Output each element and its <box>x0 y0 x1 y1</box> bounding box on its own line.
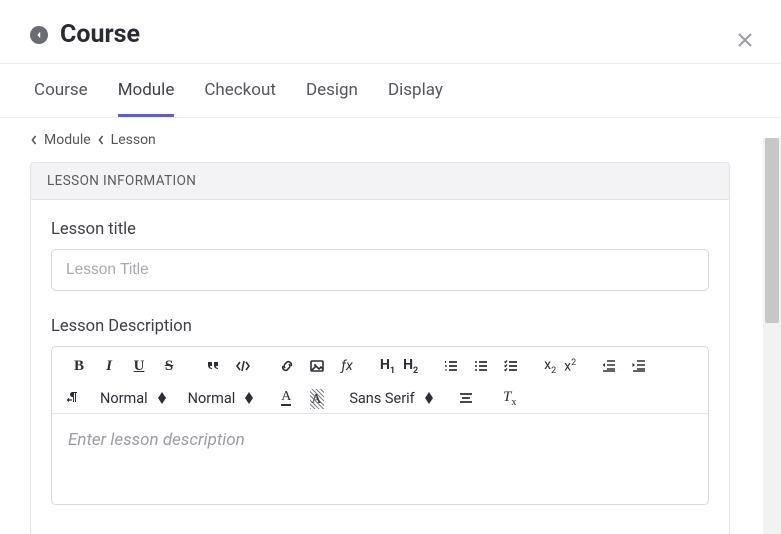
blockquote-button[interactable] <box>200 353 226 379</box>
outdent-button[interactable] <box>596 353 622 379</box>
italic-button[interactable]: I <box>96 353 122 379</box>
close-button[interactable] <box>737 32 753 52</box>
codeblock-button[interactable] <box>230 353 256 379</box>
lesson-description-label: Lesson Description <box>51 317 709 336</box>
lesson-title-input[interactable] <box>51 249 709 291</box>
tab-checkout[interactable]: Checkout <box>204 64 276 117</box>
scrollbar-thumb[interactable] <box>765 138 779 323</box>
rich-text-editor: B I U S <box>51 346 709 505</box>
size-select[interactable]: Normal <box>92 390 174 407</box>
bullet-list-button[interactable] <box>468 353 494 379</box>
check-list-button[interactable] <box>498 353 524 379</box>
sort-icon <box>158 392 166 404</box>
tab-course[interactable]: Course <box>34 64 88 117</box>
breadcrumb-module[interactable]: Module <box>44 132 91 148</box>
bold-button[interactable]: B <box>66 353 92 379</box>
direction-button[interactable] <box>60 385 86 411</box>
lesson-description-input[interactable]: Enter lesson description <box>52 414 708 504</box>
editor-toolbar: B I U S <box>52 347 708 414</box>
sort-icon <box>425 392 433 404</box>
sort-icon <box>245 392 253 404</box>
heading1-button[interactable]: H1 <box>378 353 397 379</box>
image-button[interactable] <box>304 353 330 379</box>
font-select[interactable]: Sans Serif <box>341 390 440 407</box>
underline-button[interactable]: U <box>126 353 152 379</box>
strike-button[interactable]: S <box>156 353 182 379</box>
indent-button[interactable] <box>626 353 652 379</box>
scrollbar[interactable] <box>763 138 781 534</box>
panel-heading: LESSON INFORMATION <box>31 163 729 200</box>
tab-display[interactable]: Display <box>388 64 443 117</box>
formula-button[interactable]: ƒx <box>334 353 360 379</box>
tab-module[interactable]: Module <box>118 64 175 117</box>
superscript-button[interactable]: x2 <box>562 353 578 379</box>
tabs: Course Module Checkout Design Display <box>0 63 781 118</box>
page-title: Course <box>60 20 140 49</box>
header-select[interactable]: Normal <box>180 390 262 407</box>
chevron-left-icon <box>30 134 38 146</box>
subscript-button[interactable]: x2 <box>542 353 558 379</box>
align-button[interactable] <box>453 385 479 411</box>
link-button[interactable] <box>274 353 300 379</box>
heading2-button[interactable]: H2 <box>401 353 420 379</box>
chevron-left-icon <box>97 134 105 146</box>
lesson-title-label: Lesson title <box>51 220 709 239</box>
breadcrumb: Module Lesson <box>30 132 751 148</box>
breadcrumb-lesson[interactable]: Lesson <box>111 132 156 148</box>
bg-color-button[interactable]: A <box>303 385 329 411</box>
clear-format-button[interactable]: Tx <box>497 385 523 411</box>
text-color-button[interactable]: A <box>273 385 299 411</box>
ordered-list-button[interactable] <box>438 353 464 379</box>
lesson-information-panel: LESSON INFORMATION Lesson title Lesson D… <box>30 162 730 534</box>
tab-design[interactable]: Design <box>306 64 358 117</box>
back-button[interactable] <box>30 26 48 44</box>
